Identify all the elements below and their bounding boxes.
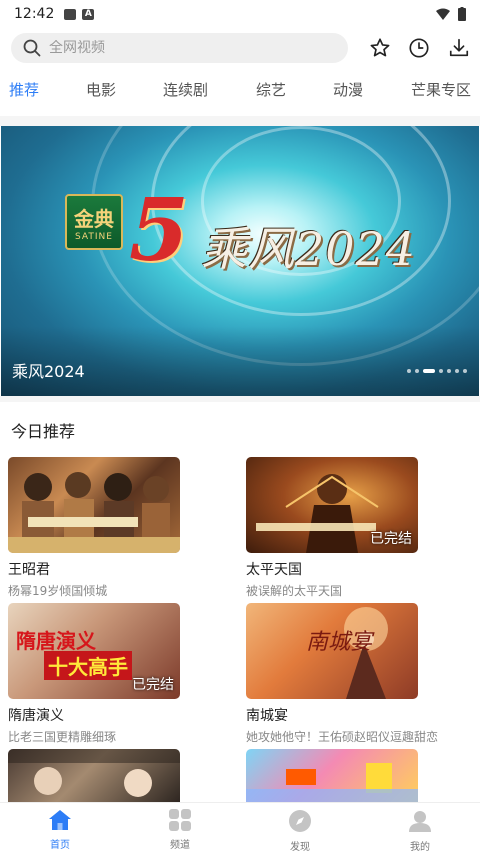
bottom-navigation: 首页 频道 发现 我的 xyxy=(0,802,480,853)
nav-channels[interactable]: 频道 xyxy=(120,803,240,853)
carousel-dot xyxy=(455,369,459,373)
tab-recommend[interactable]: 推荐 xyxy=(9,79,39,100)
video-card[interactable] xyxy=(246,749,418,802)
tab-movies[interactable]: 电影 xyxy=(86,79,116,100)
clock-icon xyxy=(409,38,429,58)
video-thumbnail xyxy=(8,457,180,553)
carousel-dot xyxy=(463,369,467,373)
video-card[interactable]: 南城宴 南城宴 她攻她他守！王佑硕赵昭仪逗趣甜恋 xyxy=(246,603,438,745)
carousel-dot xyxy=(447,369,451,373)
category-tabs: 推荐 电影 连续剧 综艺 动漫 芒果专区 xyxy=(0,70,480,108)
tab-anime[interactable]: 动漫 xyxy=(333,79,363,100)
divider xyxy=(0,396,480,402)
status-time: 12:42 xyxy=(14,6,55,22)
image-notification-icon xyxy=(64,8,77,20)
video-title: 南城宴 xyxy=(246,708,288,724)
download-button[interactable] xyxy=(447,36,471,60)
thumbnail-title: 隋唐演义 xyxy=(16,629,96,653)
brand-logo: 金典 SATINE xyxy=(65,194,123,250)
search-row xyxy=(0,33,480,63)
nav-discover[interactable]: 发现 xyxy=(240,803,360,853)
tab-variety[interactable]: 综艺 xyxy=(256,79,286,100)
home-icon xyxy=(49,810,71,830)
banner-headline: 乘风2024 xyxy=(201,222,417,276)
video-card[interactable]: 隋唐演义 十大高手 已完结 隋唐演义 比老三国更精雕细琢 xyxy=(8,603,180,745)
star-icon xyxy=(370,38,390,57)
wifi-icon xyxy=(436,8,450,20)
carousel-indicator xyxy=(407,369,467,373)
video-thumbnail: 南城宴 xyxy=(246,603,418,699)
carousel-dot xyxy=(407,369,411,373)
video-thumbnail: 已完结 xyxy=(246,457,418,553)
search-input[interactable] xyxy=(49,40,309,56)
history-button[interactable] xyxy=(407,36,431,60)
video-subtitle: 她攻她他守！王佑硕赵昭仪逗趣甜恋 xyxy=(246,730,439,744)
search-icon xyxy=(23,39,41,57)
banner-number: 5 xyxy=(129,180,189,281)
tab-series[interactable]: 连续剧 xyxy=(163,79,208,100)
completed-badge: 已完结 xyxy=(370,531,412,547)
battery-icon xyxy=(458,7,466,21)
video-thumbnail xyxy=(246,749,418,802)
section-title: 今日推荐 xyxy=(11,422,76,441)
carousel-dot xyxy=(415,369,419,373)
video-subtitle: 比老三国更精雕细琢 xyxy=(8,730,117,744)
video-card[interactable]: 王昭君 杨幂19岁倾国倾城 xyxy=(8,457,180,599)
status-bar: 12:42 A xyxy=(0,0,480,28)
video-thumbnail: 隋唐演义 十大高手 已完结 xyxy=(8,603,180,699)
video-thumbnail xyxy=(8,749,180,802)
favorites-button[interactable] xyxy=(368,36,392,60)
a-notification-icon: A xyxy=(82,8,95,20)
carousel-dot xyxy=(439,369,443,373)
compass-icon xyxy=(289,810,311,832)
video-title: 隋唐演义 xyxy=(8,708,64,724)
search-box[interactable] xyxy=(11,33,348,63)
download-icon xyxy=(449,38,469,57)
video-subtitle: 被误解的太平天国 xyxy=(246,584,343,598)
thumbnail-tagline: 十大高手 xyxy=(44,651,132,680)
grid-icon xyxy=(169,809,191,831)
video-subtitle: 杨幂19岁倾国倾城 xyxy=(8,584,108,598)
carousel-dot-active xyxy=(423,369,435,373)
nav-home[interactable]: 首页 xyxy=(0,803,120,853)
video-card[interactable] xyxy=(8,749,180,802)
banner-title: 乘风2024 xyxy=(12,362,85,381)
video-card[interactable]: 已完结 太平天国 被误解的太平天国 xyxy=(246,457,418,599)
nav-profile[interactable]: 我的 xyxy=(360,803,480,853)
video-title: 王昭君 xyxy=(8,562,50,578)
banner-carousel[interactable]: 金典 SATINE 5 乘风2024 乘风2024 xyxy=(1,126,479,396)
divider xyxy=(0,116,480,126)
completed-badge: 已完结 xyxy=(132,677,174,693)
user-icon xyxy=(409,811,431,832)
video-title: 太平天国 xyxy=(246,562,302,578)
svg-text:南城宴: 南城宴 xyxy=(306,630,375,655)
tab-mango[interactable]: 芒果专区 xyxy=(411,79,471,100)
